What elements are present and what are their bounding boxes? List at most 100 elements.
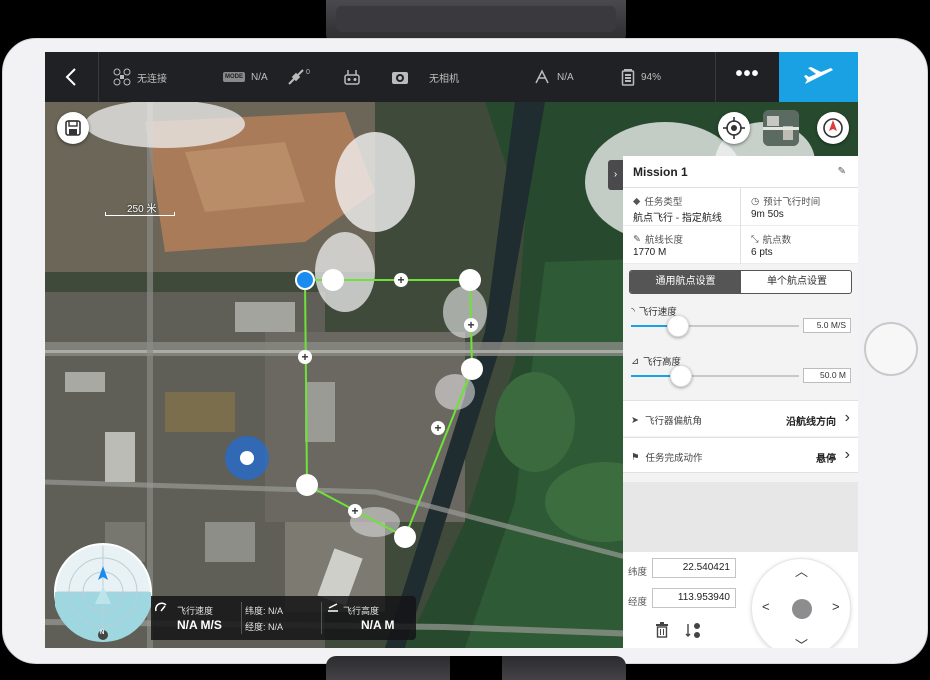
speed-icon <box>155 602 167 612</box>
waypoint-dpad[interactable]: ︿ ﹀ < > <box>751 558 851 648</box>
add-waypoint-icon[interactable]: + <box>348 504 362 518</box>
gps-status: 0 <box>287 52 310 102</box>
panel-collapse-button[interactable]: › <box>608 160 623 190</box>
longitude-input[interactable]: 113.953940 <box>652 588 736 608</box>
chevron-down-icon[interactable]: ﹀ <box>795 639 808 648</box>
save-mission-button[interactable] <box>57 112 89 144</box>
altitude-icon <box>328 603 338 612</box>
attitude-compass: N <box>53 542 153 642</box>
telemetry-lng: 经度: N/A <box>245 622 284 632</box>
chevron-left-icon[interactable]: < <box>762 600 770 613</box>
flight-mode: MODE N/A <box>223 52 268 102</box>
telemetry-speed-label: 飞行速度 <box>177 606 214 616</box>
map-layer-button[interactable] <box>763 110 799 146</box>
chevron-up-icon[interactable]: ︿ <box>795 565 808 578</box>
info-value: 1770 M <box>633 247 667 258</box>
battery-value: 94% <box>641 71 662 83</box>
latitude-input[interactable]: 22.540421 <box>652 558 736 578</box>
map-layer-icon <box>763 110 799 146</box>
trash-icon[interactable] <box>655 622 669 638</box>
info-mission-type: ◆ 任务类型 航点飞行 - 指定航线 <box>623 188 740 226</box>
info-flight-time: ◷ 预计飞行时间 9m 50s <box>741 188 858 226</box>
back-button[interactable] <box>45 52 99 102</box>
mode-value: N/A <box>251 71 268 83</box>
satellite-icon <box>288 69 304 85</box>
pen-icon: ✎ <box>633 233 641 245</box>
heading-label: 飞行器偏航角 <box>644 416 702 427</box>
remote-controller-status <box>343 52 361 102</box>
dpad-center[interactable] <box>792 599 812 619</box>
compass-icon <box>823 118 843 138</box>
info-route-length: ✎ 航线长度 1770 M <box>623 226 740 264</box>
altitude-setting: ⊿ 飞行高度 50.0 M <box>623 350 858 396</box>
waypoint-6[interactable] <box>296 474 318 496</box>
panel-spacer <box>623 482 858 552</box>
waypoint-5[interactable] <box>394 526 416 548</box>
route-line <box>304 279 474 539</box>
camera-label: 无相机 <box>429 73 459 85</box>
compass-mode-button[interactable] <box>817 112 849 144</box>
waypoint-2[interactable] <box>322 269 344 291</box>
info-value: 6 pts <box>751 247 773 258</box>
speed-value-field[interactable]: 5.0 M/S <box>803 318 851 333</box>
waypoints-icon: ⤡ <box>751 233 759 245</box>
altitude-slider[interactable] <box>631 365 799 387</box>
heading-setting-row[interactable]: ➤ 飞行器偏航角 沿航线方向 › <box>623 400 858 436</box>
flag-icon: ⚑ <box>631 451 640 463</box>
mission-title: Mission 1 <box>633 165 688 179</box>
add-waypoint-icon[interactable]: + <box>464 318 478 332</box>
waypoint-3[interactable] <box>459 269 481 291</box>
signal-value: N/A <box>557 71 574 83</box>
root: 无连接 MODE N/A 0 无相机 N/A 94% ••• + + + + +… <box>0 0 930 680</box>
battery-icon <box>621 69 635 86</box>
speed-icon: ◝ <box>631 305 635 317</box>
heading-value: 沿航线方向 <box>786 417 836 428</box>
slider-handle[interactable] <box>667 315 690 337</box>
app-screen: 无连接 MODE N/A 0 无相机 N/A 94% ••• + + + + +… <box>45 52 858 648</box>
top-status-bar: 无连接 MODE N/A 0 无相机 N/A 94% ••• <box>45 52 858 102</box>
locate-aircraft-button[interactable] <box>718 112 750 144</box>
altitude-icon: ⊿ <box>631 355 639 367</box>
home-point-marker[interactable] <box>225 436 269 480</box>
attitude-indicator-icon <box>54 543 152 642</box>
chevron-right-icon: › <box>844 409 850 426</box>
chevron-right-icon[interactable]: > <box>832 600 840 613</box>
add-waypoint-icon[interactable]: + <box>394 273 408 287</box>
connection-status[interactable]: 无连接 <box>113 52 167 102</box>
add-waypoint-icon[interactable]: + <box>431 421 445 435</box>
telemetry-bar: 飞行速度 N/A M/S 纬度: N/A 经度: N/A 飞行高度 N/A M <box>151 596 416 640</box>
waypoint-1[interactable] <box>295 270 315 290</box>
battery-status: 94% <box>621 52 661 102</box>
waypoint-editor: 纬度 22.540421 经度 113.953940 ︿ ﹀ < > <box>623 552 858 648</box>
chevron-left-icon <box>65 68 76 86</box>
compass-north-label: N <box>100 630 105 636</box>
device-clamp-bottom <box>326 656 626 680</box>
camera-icon <box>392 72 408 84</box>
waypoint-4[interactable] <box>461 358 483 380</box>
clock-icon: ◷ <box>751 195 760 207</box>
finish-value: 悬停 <box>816 454 836 465</box>
finish-action-row[interactable]: ⚑ 任务完成动作 悬停 › <box>623 437 858 473</box>
panel-header: Mission 1 ✎ <box>623 156 858 188</box>
signal-status: N/A <box>533 52 574 102</box>
navigation-arrow-icon: ➤ <box>631 414 639 426</box>
speed-slider[interactable] <box>631 315 799 337</box>
tab-single-waypoint-settings[interactable]: 单个航点设置 <box>741 271 851 293</box>
slider-handle[interactable] <box>670 365 693 387</box>
finish-label: 任务完成动作 <box>645 453 703 464</box>
drone-icon <box>113 68 131 86</box>
home-button[interactable] <box>864 322 918 376</box>
tab-general-settings[interactable]: 通用航点设置 <box>630 271 741 293</box>
telemetry-alt-value: N/A M <box>361 618 395 632</box>
altitude-value-field[interactable]: 50.0 M <box>803 368 851 383</box>
more-button[interactable]: ••• <box>715 52 779 102</box>
edit-icon[interactable]: ✎ <box>838 166 846 177</box>
fly-button[interactable] <box>779 52 858 102</box>
signal-icon <box>535 69 549 84</box>
info-value: 航点飞行 - 指定航线 <box>633 213 722 224</box>
add-waypoint-icon[interactable]: + <box>298 350 312 364</box>
latitude-label: 纬度 <box>628 567 648 578</box>
mission-panel: Mission 1 ✎ ◆ 任务类型 航点飞行 - 指定航线 ◷ 预计飞行时间 9m… <box>623 156 858 648</box>
swap-waypoints-icon[interactable] <box>685 622 703 640</box>
divider <box>241 602 242 634</box>
